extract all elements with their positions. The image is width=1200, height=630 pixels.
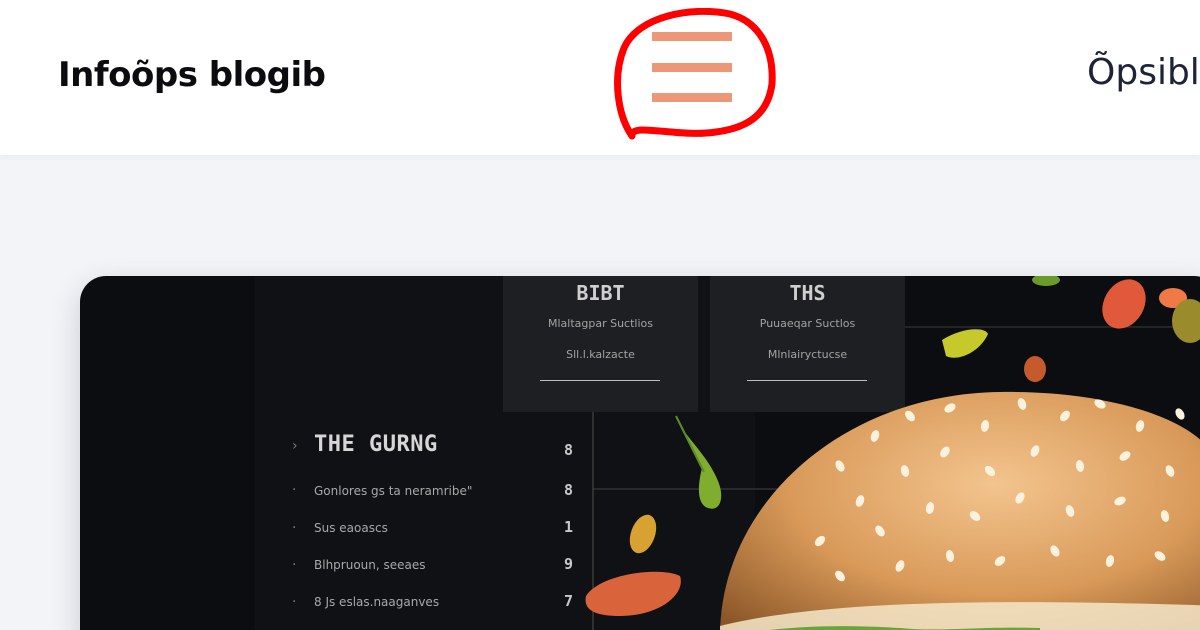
nav-link[interactable]: Õpsibl xyxy=(1087,50,1200,96)
burger-illustration xyxy=(585,276,1200,630)
site-logo-text[interactable]: Infoõps blogib xyxy=(58,52,326,98)
hamburger-menu-icon xyxy=(614,8,776,140)
menu-button[interactable] xyxy=(612,8,776,142)
hero-image-card[interactable]: BIBT Mlaltagpar Suctlios Sll.l.kalzacte … xyxy=(80,276,1200,630)
red-annotation-circle xyxy=(614,8,776,140)
site-header: Infoõps blogib Õpsibl xyxy=(0,0,1200,155)
